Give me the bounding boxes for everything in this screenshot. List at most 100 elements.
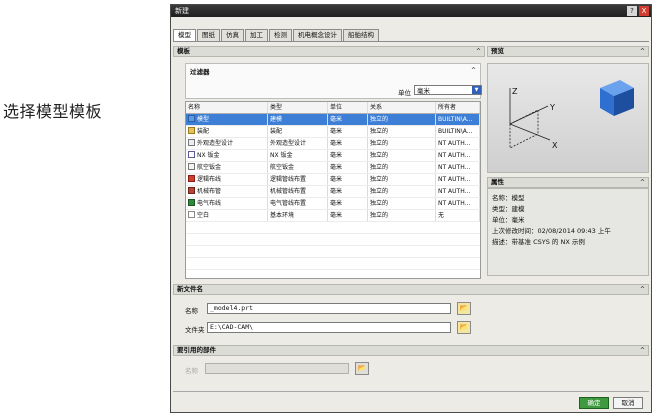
table-row[interactable]: 逻辑布线 逻辑管线布置 毫米 独立的 NT AUTH... bbox=[186, 174, 480, 186]
y-axis bbox=[509, 105, 549, 125]
template-relation-cell: 独立的 bbox=[368, 198, 436, 209]
template-name-cell: 航空钣金 bbox=[186, 162, 268, 173]
help-icon[interactable]: ? bbox=[627, 6, 637, 16]
table-row[interactable]: 装配 装配 毫米 独立的 BUILTIN\A... bbox=[186, 126, 480, 138]
folder-browse-icon[interactable]: 📂 bbox=[457, 321, 471, 334]
preview-section-header[interactable]: 预览 ^ bbox=[487, 46, 649, 57]
collapse-icon[interactable]: ^ bbox=[640, 285, 645, 294]
ok-button[interactable]: 确定 bbox=[579, 397, 609, 409]
collapse-icon[interactable]: ^ bbox=[640, 346, 645, 355]
template-unit-cell: 毫米 bbox=[328, 138, 368, 149]
table-header: 名称 类型 单位 关系 所有者 bbox=[186, 102, 480, 114]
folder-open-icon[interactable]: 📂 bbox=[457, 302, 471, 315]
table-body: 模型 建模 毫米 独立的 BUILTIN\A... 装配 装配 毫米 独立的 BUILTIN\A.… bbox=[186, 114, 480, 278]
template-properties: 名称：模型 类型：建模 单位：毫米 上次修改时间：02/08/2014 09:4… bbox=[487, 188, 649, 276]
prop-type: 类型：建模 bbox=[492, 205, 525, 213]
props-section-header[interactable]: 属性 ^ bbox=[487, 177, 649, 188]
template-relation-cell: 独立的 bbox=[368, 126, 436, 137]
tab-inspection[interactable]: 检测 bbox=[269, 29, 292, 41]
template-owner-cell: BUILTIN\A... bbox=[436, 114, 480, 125]
collapse-icon[interactable]: ^ bbox=[640, 47, 645, 56]
tab-mechatronics[interactable]: 机电概念设计 bbox=[293, 29, 342, 41]
template-type-cell: 逻辑管线布置 bbox=[268, 174, 328, 185]
template-relation-cell: 独立的 bbox=[368, 150, 436, 161]
template-name-cell: NX 钣金 bbox=[186, 150, 268, 161]
template-relation-cell: 独立的 bbox=[368, 162, 436, 173]
tab-ship-structure[interactable]: 船舶结构 bbox=[343, 29, 379, 41]
filename-label: 名称 bbox=[185, 307, 198, 315]
empty-row bbox=[186, 234, 480, 246]
table-row[interactable]: 机械布管 机械管线布置 毫米 独立的 NT AUTH... bbox=[186, 186, 480, 198]
template-icon bbox=[188, 199, 195, 206]
template-type-cell: 机械管线布置 bbox=[268, 186, 328, 197]
template-section-header[interactable]: 模板 ^ bbox=[173, 46, 485, 57]
empty-row bbox=[186, 246, 480, 258]
table-row[interactable]: NX 钣金 NX 钣金 毫米 独立的 NT AUTH... bbox=[186, 150, 480, 162]
tab-drawing[interactable]: 图纸 bbox=[197, 29, 220, 41]
preview-image: Z Y X bbox=[509, 80, 634, 150]
new-file-dialog: 新建 ? X 模型 图纸 仿真 加工 检测 机电概念设计 船舶结构 模板 ^ 预… bbox=[170, 4, 652, 413]
template-unit-cell: 毫米 bbox=[328, 126, 368, 137]
template-icon bbox=[188, 175, 195, 182]
table-row[interactable]: 空白 基本环境 毫米 独立的无 bbox=[186, 210, 480, 222]
template-owner-cell: NT AUTH... bbox=[436, 186, 480, 197]
template-icon bbox=[188, 187, 195, 194]
prop-description: 描述：带基准 CSYS 的 NX 示例 bbox=[492, 238, 585, 246]
dialog-titlebar: 新建 ? X bbox=[171, 5, 651, 17]
column-header-owner[interactable]: 所有者 bbox=[436, 102, 480, 113]
template-unit-cell: 毫米 bbox=[328, 186, 368, 197]
ref-name-input bbox=[205, 363, 349, 374]
collapse-icon[interactable]: ^ bbox=[471, 67, 476, 74]
column-header-type[interactable]: 类型 bbox=[268, 102, 328, 113]
column-header-unit[interactable]: 单位 bbox=[328, 102, 368, 113]
tab-manufacturing[interactable]: 加工 bbox=[245, 29, 268, 41]
template-type-cell: 电气管线布置 bbox=[268, 198, 328, 209]
template-unit-cell: 毫米 bbox=[328, 174, 368, 185]
empty-row bbox=[186, 270, 480, 278]
dropdown-arrow-icon[interactable]: ▼ bbox=[472, 86, 481, 94]
slide-caption: 选择模型模板 bbox=[3, 102, 103, 121]
unit-label: 单位 bbox=[398, 89, 411, 97]
template-icon bbox=[188, 151, 195, 158]
template-owner-cell: NT AUTH... bbox=[436, 162, 480, 173]
template-name-cell: 逻辑布线 bbox=[186, 174, 268, 185]
template-type-cell: NX 钣金 bbox=[268, 150, 328, 161]
template-icon bbox=[188, 211, 195, 218]
collapse-icon[interactable]: ^ bbox=[476, 47, 481, 56]
template-name-cell: 模型 bbox=[186, 114, 268, 125]
collapse-icon[interactable]: ^ bbox=[640, 178, 645, 187]
new-file-section-header[interactable]: 新文件名 ^ bbox=[173, 284, 649, 295]
table-row[interactable]: 电气布线 电气管线布置 毫米 独立的 NT AUTH... bbox=[186, 198, 480, 210]
template-unit-cell: 毫米 bbox=[328, 162, 368, 173]
close-icon[interactable]: X bbox=[639, 6, 649, 16]
column-header-relation[interactable]: 关系 bbox=[368, 102, 436, 113]
template-type-cell: 装配 bbox=[268, 126, 328, 137]
folder-input[interactable]: E:\CAD-CAM\ bbox=[207, 322, 451, 333]
template-name-cell: 外观造型设计 bbox=[186, 138, 268, 149]
template-name-cell: 电气布线 bbox=[186, 198, 268, 209]
table-row[interactable]: 模型 建模 毫米 独立的 BUILTIN\A... bbox=[186, 114, 480, 126]
table-row[interactable]: 航空钣金 航空钣金 毫米 独立的 NT AUTH... bbox=[186, 162, 480, 174]
template-type-cell: 建模 bbox=[268, 114, 328, 125]
filename-input[interactable]: _model4.prt bbox=[207, 303, 451, 314]
template-unit-cell: 毫米 bbox=[328, 198, 368, 209]
table-row[interactable]: 外观造型设计 外观造型设计 毫米 独立的 NT AUTH... bbox=[186, 138, 480, 150]
template-unit-cell: 毫米 bbox=[328, 210, 368, 221]
ref-name-label: 名称 bbox=[185, 367, 198, 375]
prop-unit: 单位：毫米 bbox=[492, 216, 525, 224]
tab-simulation[interactable]: 仿真 bbox=[221, 29, 244, 41]
empty-row bbox=[186, 258, 480, 270]
template-owner-cell: NT AUTH... bbox=[436, 150, 480, 161]
unit-select[interactable]: 毫米 ▼ bbox=[414, 85, 482, 95]
template-icon bbox=[188, 163, 195, 170]
axis-z-label: Z bbox=[512, 87, 518, 96]
template-unit-cell: 毫米 bbox=[328, 114, 368, 125]
nx-cube-icon bbox=[600, 80, 634, 116]
cancel-button[interactable]: 取消 bbox=[613, 397, 643, 409]
template-unit-cell: 毫米 bbox=[328, 150, 368, 161]
template-owner-cell: 无 bbox=[436, 210, 480, 221]
tab-model[interactable]: 模型 bbox=[173, 29, 196, 41]
footer-divider bbox=[173, 391, 649, 392]
ref-part-section-header[interactable]: 要引用的部件 ^ bbox=[173, 345, 649, 356]
column-header-name[interactable]: 名称 bbox=[186, 102, 268, 113]
